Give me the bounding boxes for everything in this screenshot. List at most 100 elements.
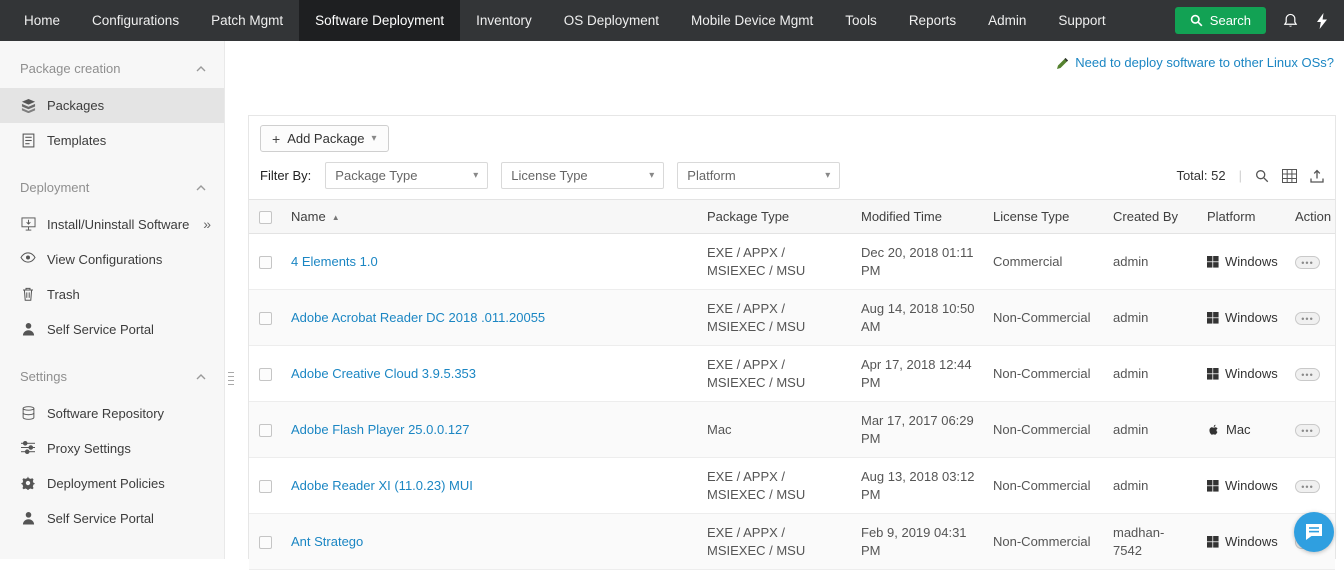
package-name-link[interactable]: Adobe Acrobat Reader DC 2018 .011.20055 bbox=[291, 310, 545, 325]
search-button-label: Search bbox=[1209, 13, 1251, 28]
license-type-cell: Non-Commercial bbox=[985, 457, 1105, 514]
nav-tab-tools[interactable]: Tools bbox=[829, 0, 893, 41]
sidebar-item-proxy-settings[interactable]: Proxy Settings bbox=[0, 431, 224, 466]
nav-tab-admin[interactable]: Admin bbox=[972, 0, 1042, 41]
column-header-platform[interactable]: Platform bbox=[1199, 199, 1287, 234]
sidebar-item-self-service-portal-settings[interactable]: Self Service Portal bbox=[0, 501, 224, 536]
package-name-link[interactable]: 4 Elements 1.0 bbox=[291, 254, 378, 269]
package-type-cell: EXE / APPX / MSIEXEC / MSU bbox=[699, 289, 853, 346]
chevron-up-icon bbox=[196, 373, 206, 380]
sidebar-item-packages[interactable]: Packages bbox=[0, 88, 224, 123]
windows-icon bbox=[1207, 535, 1219, 548]
modified-time-cell: Dec 20, 2018 01:11 PM bbox=[853, 233, 985, 290]
row-checkbox[interactable] bbox=[259, 535, 272, 549]
submenu-arrow-icon[interactable]: » bbox=[203, 216, 211, 233]
column-header-created-by[interactable]: Created By bbox=[1105, 199, 1199, 234]
sidebar-item-templates[interactable]: Templates bbox=[0, 123, 224, 158]
search-button[interactable]: Search bbox=[1174, 7, 1266, 34]
column-header-name[interactable]: Name ▲ bbox=[283, 199, 699, 234]
nav-tab-patch-mgmt[interactable]: Patch Mgmt bbox=[195, 0, 299, 41]
caret-down-icon: ▾ bbox=[371, 132, 377, 144]
license-type-filter-dropdown[interactable]: License Type ▾ bbox=[501, 162, 665, 189]
sidebar-item-software-repository[interactable]: Software Repository bbox=[0, 396, 224, 431]
sidebar-item-install-uninstall-software[interactable]: Install/Uninstall Software » bbox=[0, 207, 224, 242]
notification-button[interactable] bbox=[1274, 0, 1306, 41]
total-count-label: Total: 52 bbox=[1176, 168, 1226, 183]
row-checkbox[interactable] bbox=[259, 367, 272, 381]
add-package-row: + Add Package ▾ bbox=[249, 116, 1335, 159]
column-chooser-icon[interactable] bbox=[1282, 168, 1297, 183]
package-type-filter-dropdown[interactable]: Package Type ▾ bbox=[325, 162, 489, 189]
created-by-cell: madhan-7542 bbox=[1105, 513, 1199, 570]
nav-tab-support[interactable]: Support bbox=[1042, 0, 1121, 41]
column-header-package-type[interactable]: Package Type bbox=[699, 199, 853, 234]
sidebar-item-self-service-portal[interactable]: Self Service Portal bbox=[0, 312, 224, 347]
chat-icon bbox=[1304, 523, 1324, 541]
windows-icon bbox=[1207, 479, 1219, 492]
package-name-link[interactable]: Ant Stratego bbox=[291, 534, 363, 549]
chat-support-button[interactable] bbox=[1294, 512, 1334, 552]
nav-tab-os-deployment[interactable]: OS Deployment bbox=[548, 0, 675, 41]
row-checkbox[interactable] bbox=[259, 423, 272, 437]
sidebar-item-label: Self Service Portal bbox=[47, 511, 154, 526]
row-actions-button[interactable]: ••• bbox=[1295, 312, 1320, 325]
sidebar-item-trash[interactable]: Trash bbox=[0, 277, 224, 312]
license-type-cell: Commercial bbox=[985, 233, 1105, 290]
packages-icon bbox=[20, 98, 36, 113]
platform-filter-dropdown[interactable]: Platform ▾ bbox=[677, 162, 841, 189]
license-type-cell: Non-Commercial bbox=[985, 345, 1105, 402]
sidebar-resize-handle[interactable] bbox=[226, 360, 235, 396]
row-actions-button[interactable]: ••• bbox=[1295, 424, 1320, 437]
row-checkbox[interactable] bbox=[259, 311, 272, 325]
table-row: Adobe Acrobat Reader DC 2018 .011.20055 … bbox=[249, 289, 1335, 346]
row-actions-button[interactable]: ••• bbox=[1295, 256, 1320, 269]
sidebar-item-view-configurations[interactable]: View Configurations bbox=[0, 242, 224, 277]
nav-tab-reports[interactable]: Reports bbox=[893, 0, 972, 41]
row-actions-button[interactable]: ••• bbox=[1295, 480, 1320, 493]
nav-tab-mobile-device-mgmt[interactable]: Mobile Device Mgmt bbox=[675, 0, 829, 41]
nav-tab-inventory[interactable]: Inventory bbox=[460, 0, 548, 41]
sliders-icon bbox=[20, 441, 36, 454]
row-checkbox[interactable] bbox=[259, 255, 272, 269]
row-checkbox[interactable] bbox=[259, 479, 272, 493]
platform-cell: Windows bbox=[1207, 477, 1279, 495]
column-header-modified-time[interactable]: Modified Time bbox=[853, 199, 985, 234]
created-by-cell: admin bbox=[1105, 345, 1199, 402]
nav-tab-software-deployment[interactable]: Software Deployment bbox=[299, 0, 461, 41]
table-search-icon[interactable] bbox=[1255, 169, 1269, 183]
caret-down-icon: ▾ bbox=[473, 169, 479, 181]
table-row: 4 Elements 1.0 EXE / APPX / MSIEXEC / MS… bbox=[249, 233, 1335, 290]
package-name-link[interactable]: Adobe Flash Player 25.0.0.127 bbox=[291, 422, 470, 437]
quick-actions-button[interactable] bbox=[1306, 0, 1338, 41]
nav-tab-home[interactable]: Home bbox=[0, 0, 76, 41]
sidebar-item-label: Self Service Portal bbox=[47, 322, 154, 337]
table-row: Adobe Flash Player 25.0.0.127 Mac Mar 17… bbox=[249, 401, 1335, 458]
row-actions-button[interactable]: ••• bbox=[1295, 368, 1320, 381]
sidebar-section-deployment[interactable]: Deployment bbox=[0, 158, 224, 207]
package-type-cell: EXE / APPX / MSIEXEC / MSU bbox=[699, 233, 853, 290]
section-title: Settings bbox=[20, 369, 67, 384]
nav-tab-configurations[interactable]: Configurations bbox=[76, 0, 195, 41]
dropdown-value: Platform bbox=[687, 168, 736, 183]
platform-cell: Windows bbox=[1207, 309, 1279, 327]
package-type-cell: EXE / APPX / MSIEXEC / MSU bbox=[699, 345, 853, 402]
sidebar-section-settings[interactable]: Settings bbox=[0, 347, 224, 396]
add-package-label: Add Package bbox=[287, 131, 365, 146]
left-sidebar: Package creation Packages Templates Depl… bbox=[0, 41, 225, 559]
package-name-link[interactable]: Adobe Creative Cloud 3.9.5.353 bbox=[291, 366, 476, 381]
export-icon[interactable] bbox=[1310, 169, 1324, 183]
pencil-icon bbox=[1057, 57, 1069, 69]
add-package-button[interactable]: + Add Package ▾ bbox=[260, 125, 389, 152]
deploy-other-linux-link[interactable]: Need to deploy software to other Linux O… bbox=[1075, 55, 1334, 70]
trash-icon bbox=[20, 287, 36, 301]
plus-icon: + bbox=[272, 130, 281, 147]
packages-table: Name ▲ Package Type Modified Time License… bbox=[249, 199, 1335, 570]
table-header-row: Name ▲ Package Type Modified Time License… bbox=[249, 199, 1335, 234]
gear-icon bbox=[20, 476, 36, 490]
column-header-license-type[interactable]: License Type bbox=[985, 199, 1105, 234]
table-row: Adobe Creative Cloud 3.9.5.353 EXE / APP… bbox=[249, 345, 1335, 402]
sidebar-section-package-creation[interactable]: Package creation bbox=[0, 41, 224, 88]
package-name-link[interactable]: Adobe Reader XI (11.0.23) MUI bbox=[291, 478, 473, 493]
sidebar-item-deployment-policies[interactable]: Deployment Policies bbox=[0, 466, 224, 501]
select-all-checkbox[interactable] bbox=[259, 211, 272, 225]
